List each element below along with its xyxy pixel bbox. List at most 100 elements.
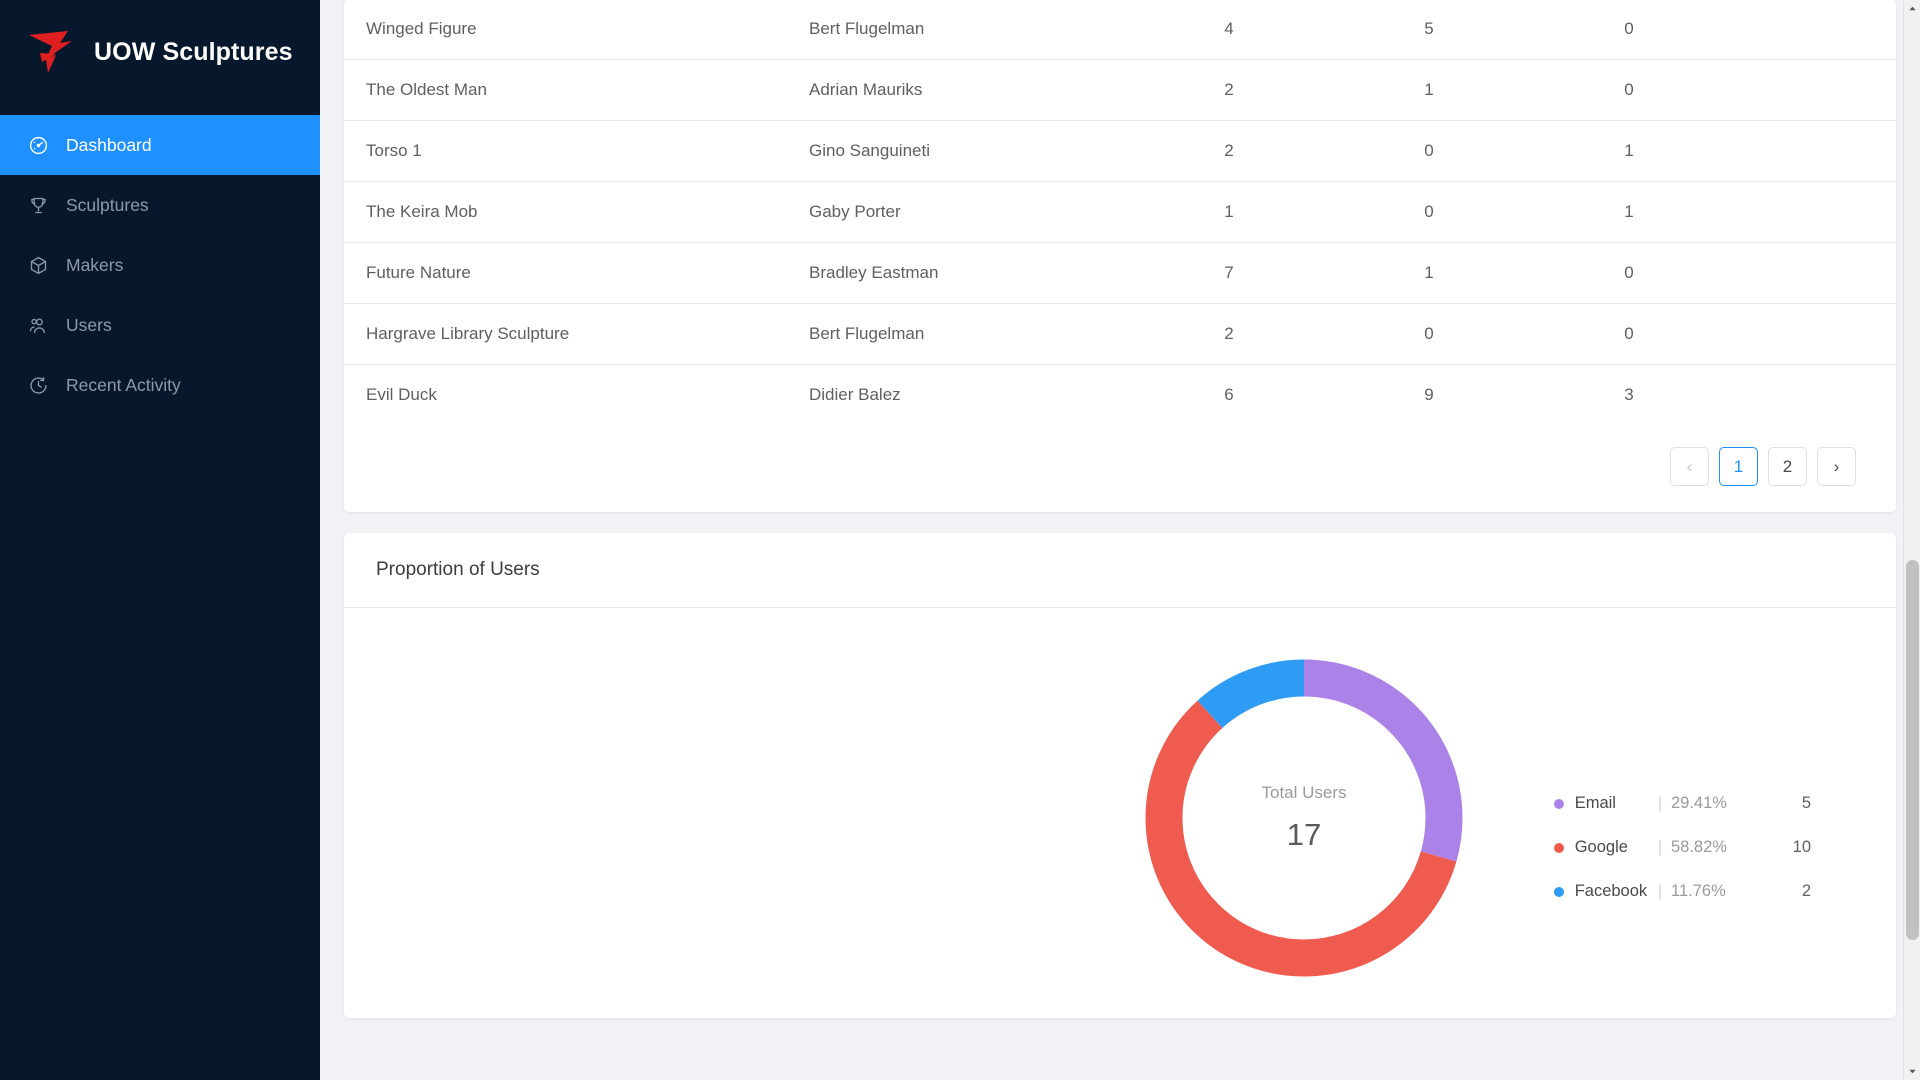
legend-count: 5 <box>1801 794 1811 812</box>
dashboard-gauge-icon <box>28 135 49 156</box>
cell-spacer <box>1729 242 1896 304</box>
cell-spacer <box>1729 120 1896 182</box>
chart-body: Total Users 17 Email | 29.41% 5 Google |… <box>344 608 1896 1018</box>
sidebar: UOW Sculptures Dashboard Sculptures Make… <box>0 0 320 1080</box>
sidebar-item-label: Dashboard <box>66 134 152 155</box>
scrollbar-thumb[interactable] <box>1906 560 1919 940</box>
cell-metric-3: 1 <box>1529 181 1729 243</box>
sidebar-item-makers[interactable]: Makers <box>0 235 320 295</box>
cell-title: The Oldest Man <box>344 59 809 121</box>
pagination-page-2-button[interactable]: 2 <box>1768 447 1807 486</box>
pagination-next-button[interactable]: › <box>1817 447 1856 486</box>
table-row[interactable]: Future Nature Bradley Eastman 7 1 0 <box>344 242 1896 304</box>
table-row[interactable]: The Keira Mob Gaby Porter 1 0 1 <box>344 181 1896 243</box>
cell-spacer <box>1729 0 1896 60</box>
cell-maker: Adrian Mauriks <box>809 59 1129 121</box>
legend-percent: 58.82% <box>1671 838 1727 856</box>
table-body: Winged Figure Bert Flugelman 4 5 0 The O… <box>344 0 1896 425</box>
cell-maker: Gino Sanguineti <box>809 120 1129 182</box>
legend-count: 2 <box>1801 882 1811 900</box>
users-icon <box>28 315 49 336</box>
legend-item-facebook[interactable]: Facebook | 11.76% 2 <box>1553 882 1811 901</box>
cube-box-icon <box>28 255 49 276</box>
legend-percent: 29.41% <box>1671 794 1727 812</box>
cell-metric-2: 1 <box>1329 242 1529 304</box>
table-row[interactable]: Winged Figure Bert Flugelman 4 5 0 <box>344 0 1896 60</box>
cell-metric-2: 0 <box>1329 181 1529 243</box>
legend-item-email[interactable]: Email | 29.41% 5 <box>1553 794 1811 813</box>
cell-metric-1: 2 <box>1129 59 1329 121</box>
legend-separator: | <box>1657 838 1662 856</box>
proportion-of-users-card: Proportion of Users Total Users 17 Email… <box>344 533 1896 1018</box>
donut-center-text: Total Users 17 <box>1134 648 1474 988</box>
legend-dot-email <box>1553 798 1564 809</box>
legend-label: Facebook <box>1574 882 1648 900</box>
vertical-scrollbar[interactable] <box>1903 0 1920 1080</box>
cell-spacer <box>1729 303 1896 365</box>
cell-metric-1: 4 <box>1129 0 1329 60</box>
legend-separator: | <box>1657 882 1662 900</box>
legend-percent: 11.76% <box>1671 882 1726 900</box>
sculptures-table-card: Winged Figure Bert Flugelman 4 5 0 The O… <box>344 0 1896 512</box>
cell-spacer <box>1729 365 1896 426</box>
brand-header[interactable]: UOW Sculptures <box>0 0 320 104</box>
sidebar-item-dashboard[interactable]: Dashboard <box>0 115 320 175</box>
cell-metric-2: 0 <box>1329 303 1529 365</box>
sidebar-item-label: Recent Activity <box>66 374 181 395</box>
chart-legend: Email | 29.41% 5 Google | 58.82% 10 Face… <box>1553 794 1811 901</box>
cell-title: Winged Figure <box>344 0 809 60</box>
cell-maker: Didier Balez <box>809 385 901 404</box>
scroll-down-arrow-icon[interactable] <box>1904 1063 1920 1080</box>
brand-title: UOW Sculptures <box>94 37 293 66</box>
total-users-value: 17 <box>1286 817 1322 852</box>
pagination-page-1-button[interactable]: 1 <box>1719 447 1758 486</box>
pagination-prev-button[interactable]: ‹ <box>1670 447 1709 486</box>
cell-metric-2: 0 <box>1329 120 1529 182</box>
cell-metric-3: 0 <box>1529 59 1729 121</box>
cell-spacer <box>1729 181 1896 243</box>
legend-item-google[interactable]: Google | 58.82% 10 <box>1553 838 1811 857</box>
cell-metric-3: 0 <box>1529 242 1729 304</box>
scroll-up-arrow-icon[interactable] <box>1904 0 1920 17</box>
cell-metric-1: 2 <box>1129 120 1329 182</box>
cell-maker: Bradley Eastman <box>809 242 1129 304</box>
trophy-icon <box>28 195 49 216</box>
sidebar-item-label: Users <box>66 314 112 335</box>
cell-maker: Bert Flugelman <box>809 0 1129 60</box>
cell-metric-2: 9 <box>1424 385 1434 404</box>
chart-card-title: Proportion of Users <box>344 533 1896 608</box>
app-root: UOW Sculptures Dashboard Sculptures Make… <box>0 0 1920 1080</box>
legend-label: Email <box>1574 794 1616 812</box>
cell-metric-1: 7 <box>1129 242 1329 304</box>
clock-history-icon <box>28 375 49 396</box>
cell-metric-3: 0 <box>1529 0 1729 60</box>
table-row[interactable]: Evil Duck Didier Balez 6 9 3 <box>344 365 1896 426</box>
total-users-label: Total Users <box>1261 783 1347 802</box>
table-row[interactable]: The Oldest Man Adrian Mauriks 2 1 0 <box>344 59 1896 121</box>
cell-metric-3: 3 <box>1624 385 1634 404</box>
cell-metric-2: 1 <box>1329 59 1529 121</box>
cell-title: The Keira Mob <box>344 181 809 243</box>
legend-dot-facebook <box>1553 886 1564 897</box>
content-wrapper: Winged Figure Bert Flugelman 4 5 0 The O… <box>320 0 1920 1038</box>
table-row[interactable]: Hargrave Library Sculpture Bert Flugelma… <box>344 303 1896 365</box>
pagination: ‹ 1 2 › <box>344 425 1896 500</box>
legend-count: 10 <box>1792 838 1811 856</box>
main-content: Winged Figure Bert Flugelman 4 5 0 The O… <box>320 0 1920 1080</box>
sidebar-nav: Dashboard Sculptures Makers Users Recent… <box>0 115 320 415</box>
cell-maker: Gaby Porter <box>809 181 1129 243</box>
sculptures-table: Winged Figure Bert Flugelman 4 5 0 The O… <box>344 0 1896 425</box>
cell-metric-2: 5 <box>1329 0 1529 60</box>
cell-metric-3: 1 <box>1529 120 1729 182</box>
cell-maker: Bert Flugelman <box>809 303 1129 365</box>
cell-title: Torso 1 <box>344 120 809 182</box>
sidebar-item-sculptures[interactable]: Sculptures <box>0 175 320 235</box>
uow-bird-logo-icon <box>26 29 78 75</box>
legend-dot-google <box>1553 842 1564 853</box>
page-bottom-spacer <box>344 1018 1896 1038</box>
table-row[interactable]: Torso 1 Gino Sanguineti 2 0 1 <box>344 120 1896 182</box>
cell-title: Future Nature <box>344 242 809 304</box>
sidebar-item-recent-activity[interactable]: Recent Activity <box>0 355 320 415</box>
legend-separator: | <box>1657 794 1662 812</box>
sidebar-item-users[interactable]: Users <box>0 295 320 355</box>
